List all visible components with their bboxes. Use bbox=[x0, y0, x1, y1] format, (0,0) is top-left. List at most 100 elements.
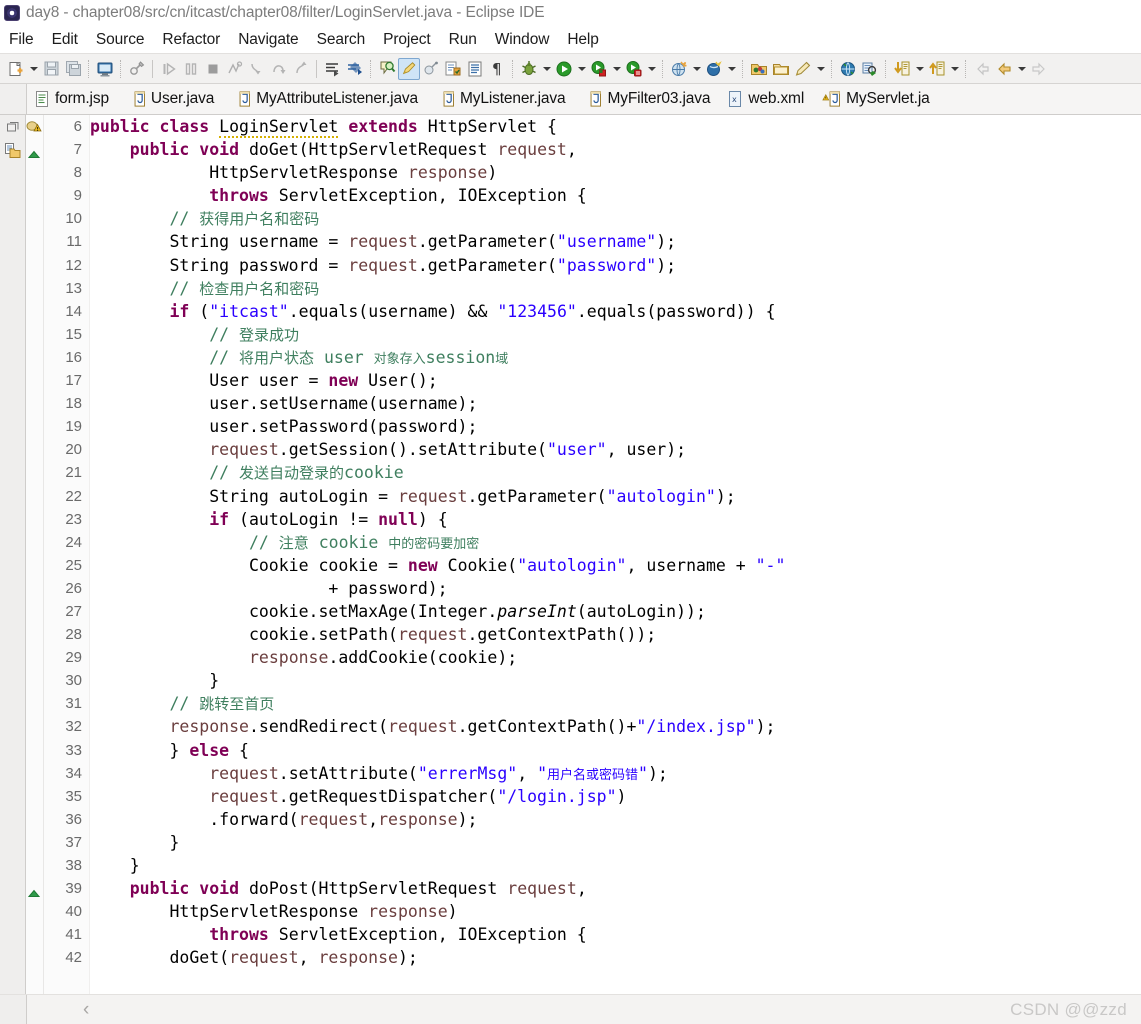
annotation-row[interactable] bbox=[26, 254, 43, 277]
code-line[interactable]: public void doPost(HttpServletRequest re… bbox=[90, 877, 1141, 900]
run-icon[interactable] bbox=[553, 58, 575, 80]
server-icon[interactable] bbox=[703, 58, 725, 80]
annotation-row[interactable] bbox=[26, 184, 43, 207]
code-line[interactable]: throws ServletException, IOException { bbox=[90, 923, 1141, 946]
annotation-row[interactable] bbox=[26, 230, 43, 253]
editor-tab-web-xml[interactable]: x web.xml bbox=[720, 84, 814, 114]
annotation-row[interactable] bbox=[26, 485, 43, 508]
menu-item-help[interactable]: Help bbox=[558, 31, 607, 49]
code-line[interactable]: response.addCookie(cookie); bbox=[90, 646, 1141, 669]
code-line[interactable]: .forward(request,response); bbox=[90, 808, 1141, 831]
annotation-row[interactable] bbox=[26, 277, 43, 300]
code-line[interactable]: if (autoLogin != null) { bbox=[90, 508, 1141, 531]
annotation-row[interactable] bbox=[26, 415, 43, 438]
annotation-row[interactable] bbox=[26, 900, 43, 923]
pencil-dropdown-arrow[interactable] bbox=[814, 58, 827, 80]
code-line[interactable]: } bbox=[90, 854, 1141, 877]
server-dropdown-arrow[interactable] bbox=[725, 58, 738, 80]
annotation-row[interactable] bbox=[26, 346, 43, 369]
code-line[interactable]: // 发送自动登录的cookie bbox=[90, 461, 1141, 484]
search-ref-icon[interactable] bbox=[859, 58, 881, 80]
annotation-row[interactable] bbox=[26, 508, 43, 531]
debug-icon[interactable] bbox=[518, 58, 540, 80]
code-line[interactable]: // 获得用户名和密码 bbox=[90, 207, 1141, 230]
prev-annotation-icon[interactable] bbox=[926, 58, 948, 80]
save-all-icon[interactable] bbox=[62, 58, 84, 80]
editor-tab-myattributelistener-java[interactable]: MyAttributeListener.java bbox=[224, 84, 428, 114]
console-icon[interactable] bbox=[94, 58, 116, 80]
code-line[interactable]: } else { bbox=[90, 739, 1141, 762]
annotation-row[interactable] bbox=[26, 623, 43, 646]
editor-tab-form-jsp[interactable]: form.jsp bbox=[27, 84, 119, 114]
annotation-row[interactable] bbox=[26, 161, 43, 184]
annotation-row[interactable] bbox=[26, 946, 43, 969]
annotation-row[interactable] bbox=[26, 577, 43, 600]
open-task-icon[interactable] bbox=[464, 58, 486, 80]
code-line[interactable]: request.getSession().setAttribute("user"… bbox=[90, 438, 1141, 461]
next-annotation-icon[interactable] bbox=[891, 58, 913, 80]
editor-tab-mylistener-java[interactable]: MyListener.java bbox=[428, 84, 575, 114]
code-line[interactable]: // 跳转至首页 bbox=[90, 692, 1141, 715]
web-browser-icon[interactable] bbox=[837, 58, 859, 80]
toggle-breakpoint-icon[interactable] bbox=[126, 58, 148, 80]
code-line[interactable]: public void doGet(HttpServletRequest req… bbox=[90, 138, 1141, 161]
show-whitespace-icon[interactable]: ¶ bbox=[486, 58, 508, 80]
code-line[interactable]: request.setAttribute("errerMsg", "用户名或密码… bbox=[90, 762, 1141, 785]
menu-item-project[interactable]: Project bbox=[374, 31, 440, 49]
search-icon[interactable] bbox=[376, 58, 398, 80]
code-line[interactable]: // 检查用户名和密码 bbox=[90, 277, 1141, 300]
external-tools-dropdown-arrow[interactable] bbox=[690, 58, 703, 80]
editor-tab-myfilter03-java[interactable]: MyFilter03.java bbox=[575, 84, 720, 114]
code-line[interactable]: user.setPassword(password); bbox=[90, 415, 1141, 438]
annotation-row[interactable] bbox=[26, 646, 43, 669]
code-line[interactable]: user.setUsername(username); bbox=[90, 392, 1141, 415]
annotation-row[interactable] bbox=[26, 739, 43, 762]
close-folder-icon[interactable] bbox=[770, 58, 792, 80]
annotation-row[interactable] bbox=[26, 300, 43, 323]
code-line[interactable]: if ("itcast".equals(username) && "123456… bbox=[90, 300, 1141, 323]
marker-icon[interactable] bbox=[420, 58, 442, 80]
prev-annotation-dropdown-arrow[interactable] bbox=[948, 58, 961, 80]
annotation-row[interactable] bbox=[26, 831, 43, 854]
annotation-row[interactable] bbox=[26, 877, 43, 900]
annotation-gutter[interactable] bbox=[26, 115, 44, 994]
code-line[interactable]: request.getRequestDispatcher("/login.jsp… bbox=[90, 785, 1141, 808]
code-line[interactable]: User user = new User(); bbox=[90, 369, 1141, 392]
menu-item-file[interactable]: File bbox=[7, 31, 43, 49]
code-line[interactable]: // 注意 cookie 中的密码要加密 bbox=[90, 531, 1141, 554]
annotation-row[interactable] bbox=[26, 808, 43, 831]
package-explorer-icon[interactable] bbox=[3, 141, 23, 161]
menu-item-search[interactable]: Search bbox=[308, 31, 375, 49]
annotation-row[interactable] bbox=[26, 692, 43, 715]
annotation-row[interactable] bbox=[26, 554, 43, 577]
annotation-row[interactable] bbox=[26, 715, 43, 738]
code-line[interactable]: cookie.setPath(request.getContextPath())… bbox=[90, 623, 1141, 646]
back-dropdown-arrow[interactable] bbox=[1015, 58, 1028, 80]
restore-view-icon[interactable] bbox=[3, 117, 23, 137]
back-icon[interactable] bbox=[993, 58, 1015, 80]
annotation-row[interactable] bbox=[26, 600, 43, 623]
debug-dropdown-arrow[interactable] bbox=[540, 58, 553, 80]
annotation-row[interactable] bbox=[26, 854, 43, 877]
editor-tab-myservlet-ja[interactable]: MyServlet.ja bbox=[814, 84, 939, 114]
coverage-dropdown-arrow[interactable] bbox=[645, 58, 658, 80]
code-line[interactable]: } bbox=[90, 669, 1141, 692]
code-line[interactable]: // 将用户状态 user 对象存入session域 bbox=[90, 346, 1141, 369]
open-type-icon[interactable] bbox=[442, 58, 464, 80]
menu-item-edit[interactable]: Edit bbox=[43, 31, 87, 49]
code-content[interactable]: public class LoginServlet extends HttpSe… bbox=[90, 115, 1141, 994]
code-line[interactable]: + password); bbox=[90, 577, 1141, 600]
annotation-row[interactable] bbox=[26, 138, 43, 161]
code-line[interactable]: String password = request.getParameter("… bbox=[90, 254, 1141, 277]
code-line[interactable]: public class LoginServlet extends HttpSe… bbox=[90, 115, 1141, 138]
run-as-icon[interactable] bbox=[588, 58, 610, 80]
code-line[interactable]: cookie.setMaxAge(Integer.parseInt(autoLo… bbox=[90, 600, 1141, 623]
code-line[interactable]: // 登录成功 bbox=[90, 323, 1141, 346]
annotation-row[interactable] bbox=[26, 207, 43, 230]
code-line[interactable]: String username = request.getParameter("… bbox=[90, 230, 1141, 253]
run-as-dropdown-arrow[interactable] bbox=[610, 58, 623, 80]
annotation-row[interactable] bbox=[26, 369, 43, 392]
scroll-left-chevron-icon[interactable]: ‹ bbox=[83, 999, 89, 1021]
annotation-row[interactable] bbox=[26, 438, 43, 461]
annotation-row[interactable] bbox=[26, 669, 43, 692]
